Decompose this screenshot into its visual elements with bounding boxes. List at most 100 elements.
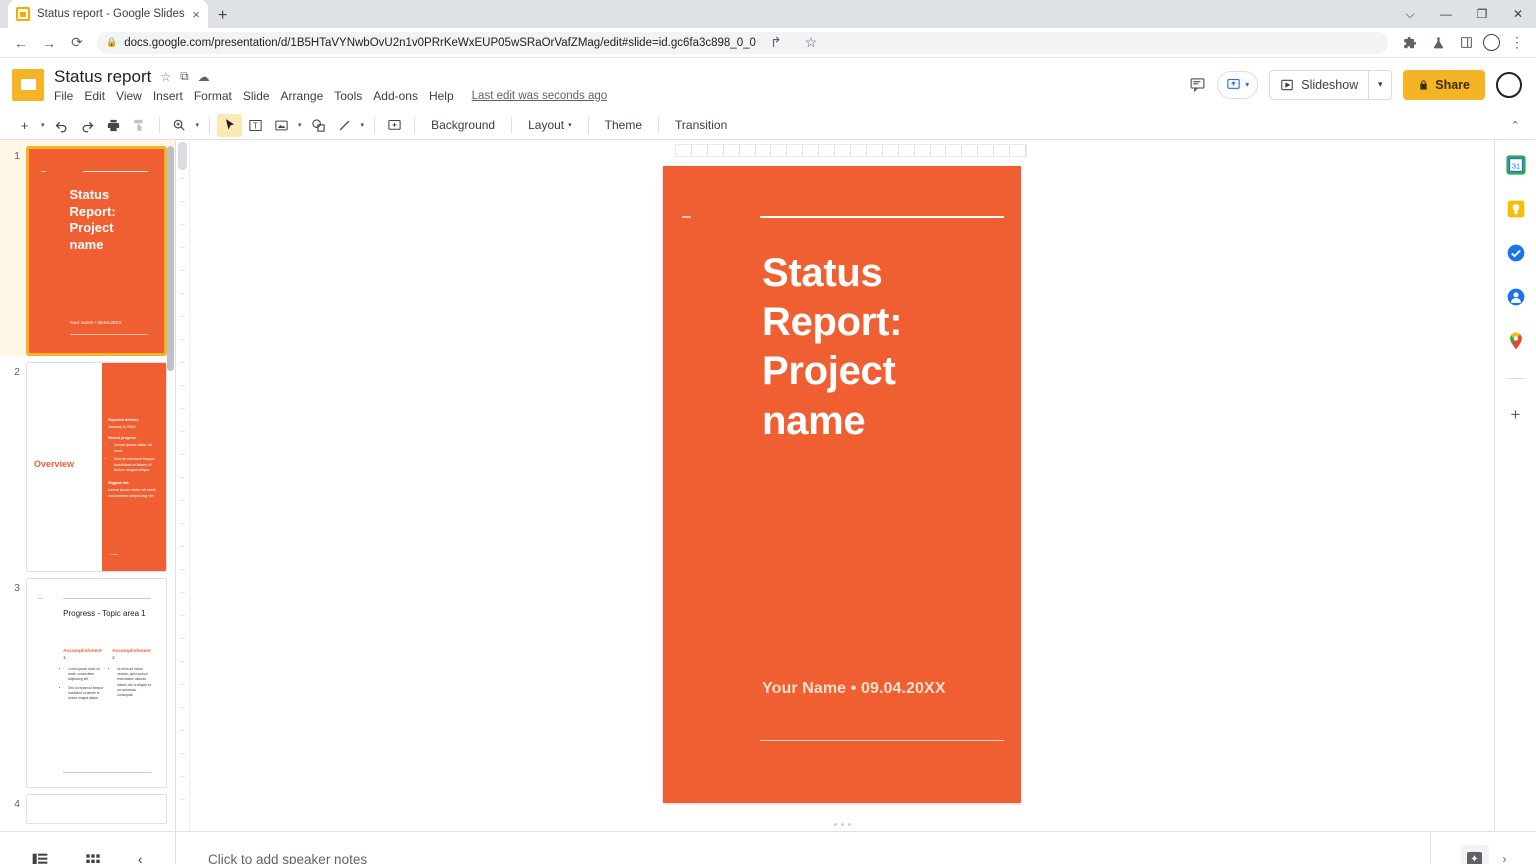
google-calendar-icon[interactable]: 31 (1505, 154, 1527, 176)
new-tab-button[interactable]: + (218, 8, 227, 24)
notes-resize-handle[interactable] (190, 817, 1494, 831)
menu-arrange[interactable]: Arrange (281, 89, 324, 103)
menu-view[interactable]: View (116, 89, 142, 103)
ruler-tick (899, 145, 915, 156)
insert-image-button[interactable] (269, 114, 294, 137)
slides-app-header: Status report ☆ ⧉ ☁ File Edit View Inser… (0, 58, 1536, 111)
transition-button[interactable]: Transition (666, 114, 736, 137)
user-avatar[interactable] (1496, 71, 1522, 98)
slide-thumbnail[interactable] (26, 794, 167, 824)
filmstrip-slide-3[interactable]: 3 Progress - Topic area 1 Accomplishment… (0, 572, 175, 788)
maximize-icon[interactable]: ❐ (1464, 0, 1500, 28)
print-button[interactable] (101, 114, 126, 137)
grid-view-icon[interactable] (85, 852, 101, 864)
ruler-tick (180, 478, 185, 501)
active-slide[interactable]: Status Report: Project name Your Name • … (663, 166, 1021, 803)
close-window-icon[interactable]: ✕ (1500, 0, 1536, 28)
slide-thumbnail[interactable]: Expected delivery January 9, 20XX Recent… (26, 362, 167, 572)
background-button[interactable]: Background (422, 114, 504, 137)
text-box-button[interactable]: T (243, 114, 268, 137)
star-icon[interactable]: ☆ (160, 70, 171, 84)
undo-button[interactable] (49, 114, 74, 137)
last-edit-status[interactable]: Last edit was seconds ago (472, 90, 608, 102)
layout-label: Layout (528, 118, 565, 132)
cloud-status-icon[interactable]: ☁ (198, 70, 210, 84)
move-to-folder-icon[interactable]: ⧉ (180, 69, 189, 84)
side-panel-icon[interactable] (1455, 30, 1477, 56)
line-dropdown-icon[interactable]: ▾ (358, 121, 368, 129)
menu-insert[interactable]: Insert (153, 89, 183, 103)
theme-button[interactable]: Theme (596, 114, 651, 137)
menu-addons[interactable]: Add-ons (373, 89, 418, 103)
menu-edit[interactable]: Edit (84, 89, 105, 103)
speaker-notes-field[interactable]: Click to add speaker notes (176, 832, 1430, 864)
workspace: 1 Status Report: Project name Your Name … (0, 140, 1536, 831)
chevron-down-icon[interactable]: ⌵ (1392, 0, 1428, 28)
zoom-dropdown-icon[interactable]: ▾ (193, 121, 203, 129)
google-maps-icon[interactable] (1505, 330, 1527, 352)
slides-toolbar: + ▾ ▾ T ▾ ▾ Background Layout ▾ Theme Tr… (0, 111, 1536, 140)
slide-filmstrip[interactable]: 1 Status Report: Project name Your Name … (0, 140, 176, 831)
close-icon[interactable]: × (192, 8, 200, 21)
collapse-filmstrip-icon[interactable]: ‹ (138, 851, 143, 864)
add-comment-button[interactable] (382, 114, 407, 137)
filmstrip-slide-1[interactable]: 1 Status Report: Project name Your Name … (0, 140, 175, 356)
thumbnail-footer: Your Name • 09.04.20XX (69, 320, 122, 325)
google-contacts-icon[interactable] (1505, 286, 1527, 308)
browser-tab[interactable]: Status report - Google Slides × (8, 0, 208, 28)
share-icon[interactable]: ↱ (763, 30, 789, 56)
collapse-toolbar-icon[interactable]: ⌃ (1511, 119, 1524, 132)
zoom-button[interactable] (167, 114, 192, 137)
ruler-tick (676, 145, 692, 156)
comment-history-icon[interactable] (1189, 76, 1206, 93)
google-keep-icon[interactable] (1505, 198, 1527, 220)
layout-button[interactable]: Layout ▾ (519, 114, 581, 137)
menu-tools[interactable]: Tools (334, 89, 362, 103)
filmstrip-slide-2[interactable]: 2 Expected delivery January 9, 20XX Rece… (0, 356, 175, 572)
image-dropdown-icon[interactable]: ▾ (295, 121, 305, 129)
expand-panel-icon[interactable]: › (1503, 852, 1507, 864)
filmstrip-scrollbar[interactable] (167, 146, 174, 371)
menu-help[interactable]: Help (429, 89, 454, 103)
flask-icon[interactable] (1427, 30, 1449, 56)
reload-icon[interactable]: ⟳ (64, 30, 90, 56)
chrome-profile-avatar[interactable] (1483, 34, 1500, 51)
slide-thumbnail[interactable]: Status Report: Project name Your Name • … (26, 146, 167, 356)
google-tasks-icon[interactable] (1505, 242, 1527, 264)
ruler-tick (180, 501, 185, 524)
address-bar[interactable]: 🔒 docs.google.com/presentation/d/1B5HTaV… (97, 30, 1388, 56)
slide-title-textbox[interactable]: Status Report: Project name (762, 249, 1001, 446)
extensions-icon[interactable] (1399, 30, 1421, 56)
share-button[interactable]: Share (1403, 69, 1485, 100)
redo-button[interactable] (75, 114, 100, 137)
menu-file[interactable]: File (54, 89, 73, 103)
shape-button[interactable] (306, 114, 331, 137)
slide-thumbnail[interactable]: Progress - Topic area 1 Accomplishment 1… (26, 578, 167, 788)
add-app-icon[interactable]: + (1511, 405, 1521, 425)
chevron-down-icon[interactable]: ▾ (1245, 80, 1249, 89)
document-title[interactable]: Status report (54, 67, 151, 87)
filmstrip-slide-4[interactable]: 4 (0, 788, 175, 824)
minimize-icon[interactable]: — (1428, 0, 1464, 28)
window-controls: ⌵ — ❐ ✕ (1392, 0, 1536, 28)
slideshow-button[interactable]: Slideshow (1269, 69, 1369, 100)
google-slides-logo-icon[interactable] (12, 68, 44, 101)
line-button[interactable] (332, 114, 357, 137)
canvas-scrollbar[interactable] (178, 142, 187, 170)
slide-footer-textbox[interactable]: Your Name • 09.04.20XX (762, 680, 946, 698)
select-tool-button[interactable] (217, 113, 243, 137)
browser-menu-icon[interactable]: ⋮ (1506, 30, 1528, 56)
filmstrip-view-icon[interactable] (32, 852, 48, 864)
menu-format[interactable]: Format (194, 89, 232, 103)
explore-button[interactable]: ✦ (1460, 845, 1489, 864)
present-to-meeting-button[interactable]: ▾ (1217, 70, 1259, 99)
canvas-scroll-region[interactable]: Status Report: Project name Your Name • … (190, 157, 1494, 817)
slideshow-dropdown-icon[interactable]: ▾ (1368, 69, 1393, 100)
new-slide-button[interactable]: + (12, 114, 37, 137)
paint-format-button[interactable] (127, 114, 152, 137)
back-icon[interactable]: ← (8, 30, 34, 56)
new-slide-dropdown-icon[interactable]: ▾ (38, 121, 48, 129)
menu-slide[interactable]: Slide (243, 89, 270, 103)
bookmark-star-icon[interactable]: ☆ (798, 30, 824, 56)
forward-icon[interactable]: → (36, 30, 62, 56)
